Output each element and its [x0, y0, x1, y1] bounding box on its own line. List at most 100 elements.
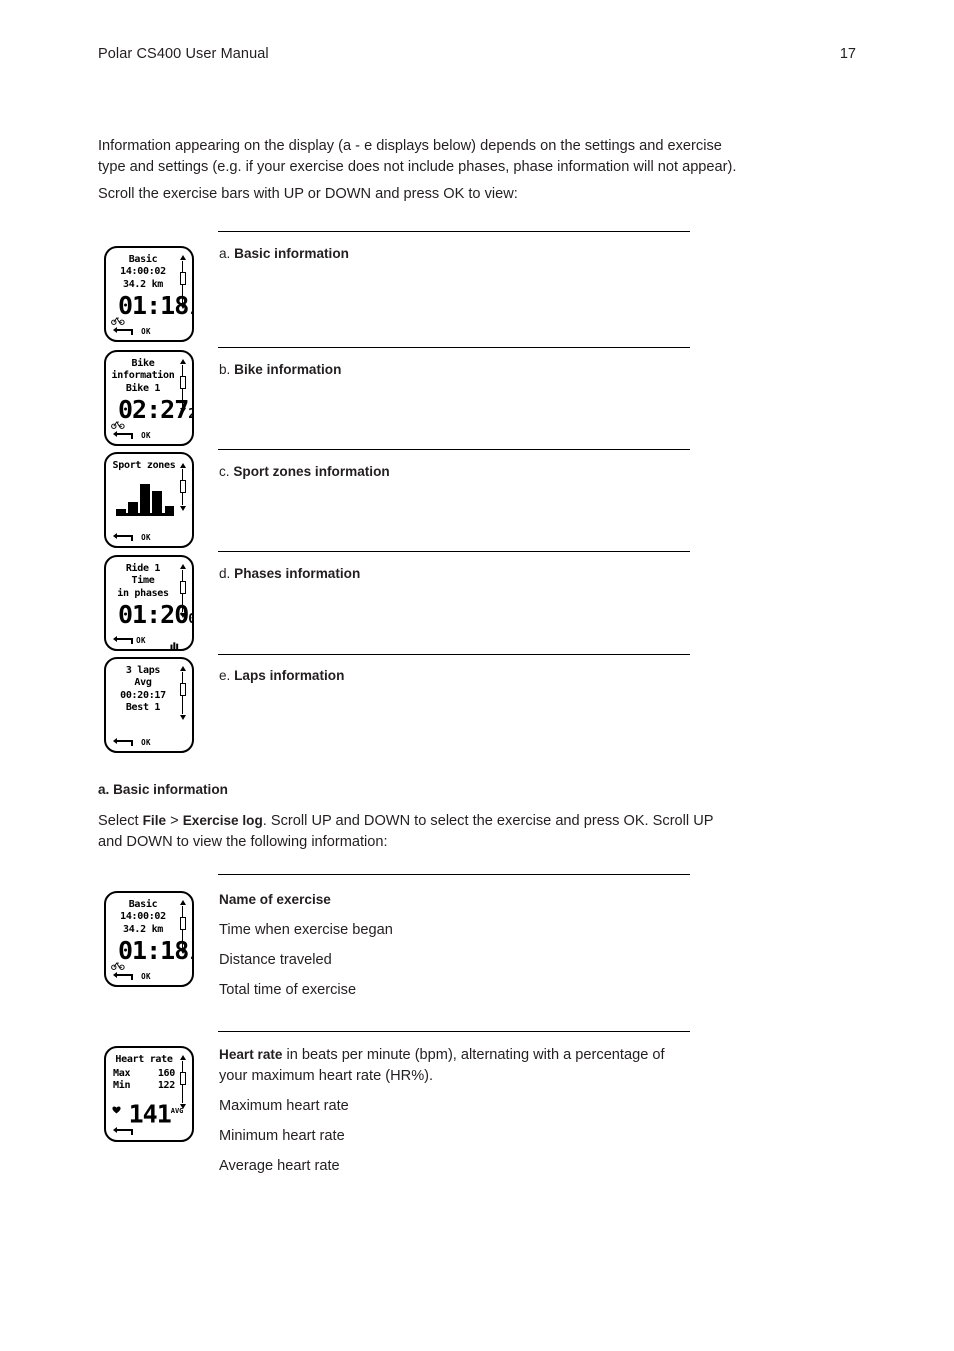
divider-d-top	[218, 551, 690, 552]
basic-detail-list: Name of exercise Time when exercise bega…	[219, 890, 694, 1001]
lcd-line: 3 laps	[125, 665, 161, 676]
detail-item: Distance traveled	[219, 952, 332, 968]
bike-icon	[111, 414, 125, 429]
zone-bar	[152, 491, 162, 513]
lcd-line: 14:00:02	[120, 911, 166, 923]
intro-paragraph-2: Scroll the exercise bars with UP or DOWN…	[98, 186, 518, 202]
lcd-primary-main: 01:18	[118, 936, 189, 965]
lcd-line: 14:00:02	[120, 266, 166, 278]
detail-item: Total time of exercise	[219, 982, 357, 998]
row-label-c: c. Sport zones information	[219, 464, 390, 480]
lcd-kv-label: Min	[113, 1080, 131, 1092]
lcd-text-block: 3 laps Avg 00:20:17 Best 1	[110, 665, 176, 715]
lcd-primary-decimal: 00	[188, 612, 192, 627]
lcd-text-block: Basic 14:00:02 34.2 km	[110, 254, 176, 291]
zone-bar	[164, 505, 174, 513]
heart-rate-description: in beats per minute (bpm), alternating w…	[219, 1047, 665, 1084]
watch-display-basic: Basic 14:00:02 34.2 km 01:18.44 OK	[104, 246, 194, 342]
zone-bar	[128, 502, 138, 513]
intro-paragraph-1: Information appearing on the display (a …	[98, 138, 737, 175]
lcd-line: Basic	[128, 254, 158, 265]
watch-display-heart-rate: Heart rate Max 160 Min 122 141AVG	[104, 1046, 194, 1142]
row-letter: b.	[219, 362, 231, 377]
lcd-text-block: Basic 14:00:02 34.2 km	[110, 899, 176, 936]
page-number: 17	[839, 46, 856, 62]
detail-item: Average heart rate	[219, 1157, 340, 1174]
lcd-primary-decimal: 20	[188, 407, 192, 422]
detail-item: Name of exercise	[219, 892, 331, 907]
scroll-indicator-icon	[178, 666, 187, 720]
row-label-b: b. Bike information	[219, 362, 341, 378]
row-text: Phases information	[234, 566, 361, 581]
lcd-text-block: Sport zones	[110, 460, 178, 472]
lcd-kv-block: Max 160 Min 122	[111, 1068, 176, 1093]
lcd-line: Bike 1	[125, 382, 161, 394]
row-letter: d.	[219, 566, 231, 581]
ok-button-label: OK	[141, 972, 151, 981]
lcd-line: 34.2 km	[122, 923, 164, 935]
lcd-primary-value: 141AVG	[124, 1099, 188, 1126]
lcd-line: Sport zones	[112, 460, 176, 471]
detail-item: Time when exercise began	[219, 922, 393, 938]
lcd-footer: OK	[106, 968, 192, 982]
row-text: Laps information	[234, 668, 345, 683]
lcd-primary-main: 01:18	[118, 291, 189, 320]
lcd-line: in phases	[117, 587, 169, 599]
divider-basic-block	[218, 874, 690, 875]
lcd-primary-value: 01:18.44	[118, 938, 192, 968]
watch-display-bike: Bike information Bike 1 02:2720 OK	[104, 350, 194, 446]
menu-file: File	[142, 813, 167, 828]
heart-icon	[112, 1099, 121, 1114]
ok-button-label: OK	[136, 636, 146, 645]
scroll-indicator-icon	[178, 463, 187, 511]
lcd-primary-value: 01:2000	[118, 602, 192, 632]
lcd-line: Best 1	[125, 702, 161, 714]
lcd-line: 34.2 km	[122, 278, 164, 290]
lcd-line: Time	[131, 575, 155, 587]
lcd-footer: OK	[106, 529, 192, 543]
page-header: Polar CS400 User Manual 17	[98, 46, 856, 62]
row-text: Basic information	[234, 246, 349, 261]
watch-display-phases: Ride 1 Time in phases 01:2000 OK	[104, 555, 194, 651]
zone-bars	[116, 480, 174, 513]
lcd-line: Ride 1	[125, 563, 161, 574]
zone-bar	[140, 483, 150, 513]
zone-baseline	[116, 513, 174, 516]
lcd-kv-row: Max 160	[111, 1068, 176, 1080]
row-label-e: e. Laps information	[219, 668, 344, 684]
row-letter: c.	[219, 464, 230, 479]
lcd-footer: OK	[106, 323, 192, 337]
watch-display-sport-zones: Sport zones OK	[104, 452, 194, 548]
lcd-text-block: Heart rate	[110, 1054, 178, 1066]
row-letter: a.	[219, 246, 231, 261]
phase-icon	[170, 634, 179, 649]
basic-section-intro: Select File > Exercise log. Scroll UP an…	[98, 811, 723, 852]
menu-exercise-log: Exercise log	[182, 813, 263, 828]
lcd-primary-value: 01:18.44	[118, 293, 192, 323]
row-text: Bike information	[234, 362, 342, 377]
lcd-primary-value: 02:2720	[118, 397, 192, 427]
ok-button-label: OK	[141, 327, 151, 336]
lcd-primary-main: 01:20	[118, 600, 189, 629]
lcd-text-block: Ride 1 Time in phases	[110, 563, 176, 600]
lcd-primary-decimal: .44	[188, 303, 192, 318]
manual-title: Polar CS400 User Manual	[98, 46, 269, 62]
menu-separator: >	[166, 813, 183, 829]
divider-a-top	[218, 231, 690, 232]
divider-c-top	[218, 449, 690, 450]
row-letter: e.	[219, 668, 231, 683]
lcd-line: Avg 00:20:17	[120, 677, 166, 701]
heart-rate-detail-list: Heart rate in beats per minute (bpm), al…	[219, 1045, 694, 1176]
lcd-avg-label: AVG	[170, 1106, 184, 1115]
divider-b-top	[218, 347, 690, 348]
row-text: Sport zones information	[233, 464, 390, 479]
lcd-footer	[106, 1123, 192, 1137]
heart-rate-term: Heart rate	[219, 1047, 283, 1062]
lcd-footer: OK	[106, 632, 192, 649]
ok-button-label: OK	[141, 431, 151, 440]
detail-item: Minimum heart rate	[219, 1127, 345, 1144]
lcd-footer: OK	[106, 734, 192, 748]
watch-display-basic-detail: Basic 14:00:02 34.2 km 01:18.44 OK	[104, 891, 194, 987]
lcd-kv-row: Min 122	[111, 1080, 176, 1092]
back-arrow-icon	[113, 1126, 133, 1136]
